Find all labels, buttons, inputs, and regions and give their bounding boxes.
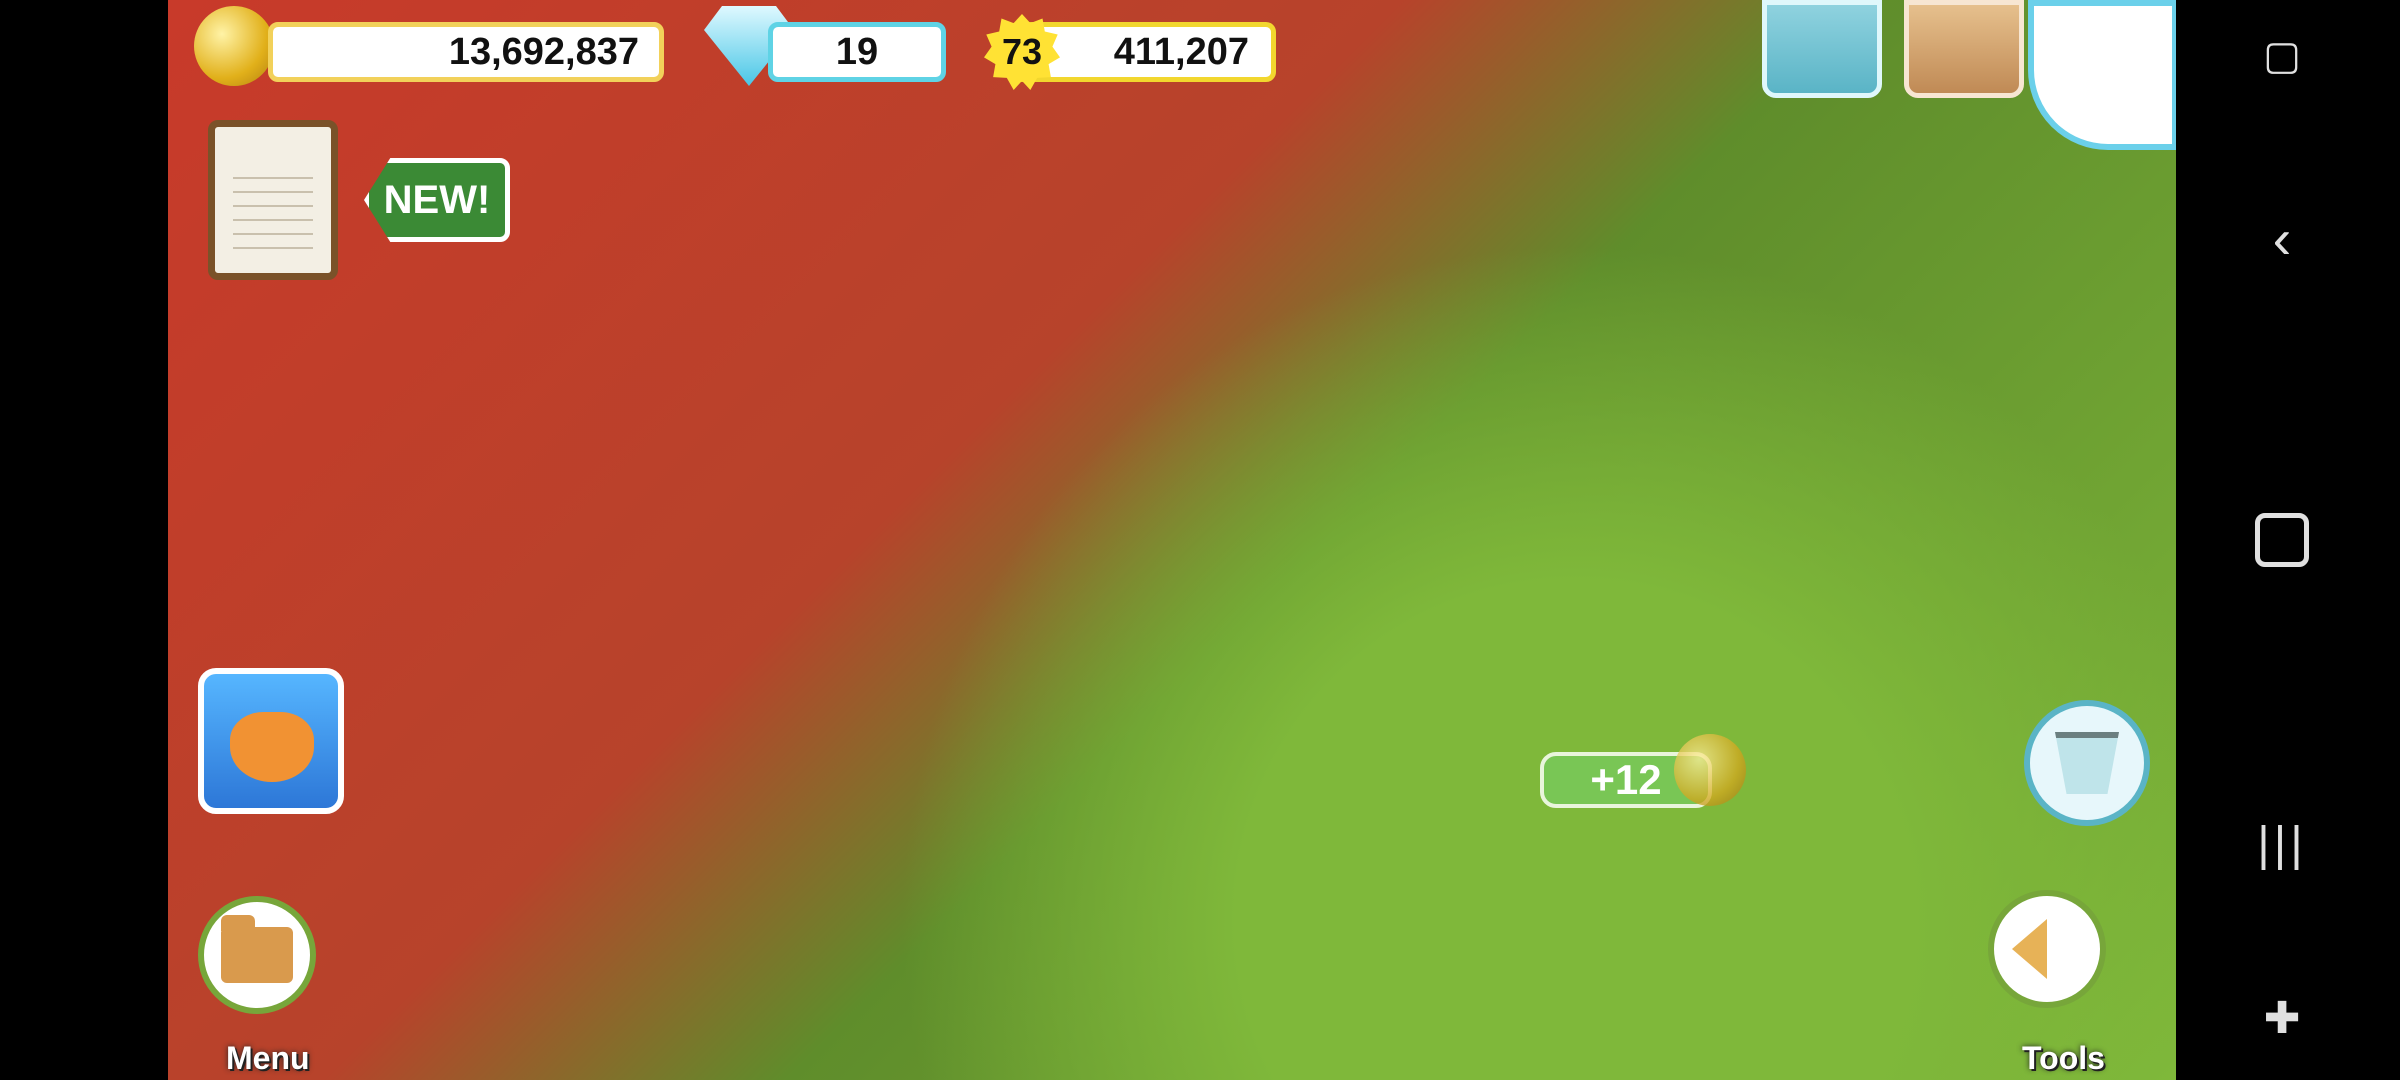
new-badge[interactable]: NEW! (364, 158, 510, 242)
minigame-fox-button[interactable] (198, 668, 344, 814)
screenshot-icon[interactable]: ▢ (2254, 28, 2310, 84)
system-nav-bar: ▢ ‹ ||| ✚ (2176, 0, 2400, 1080)
game-tools-icon[interactable]: ✚ (2254, 990, 2310, 1046)
recents-icon[interactable]: ||| (2254, 816, 2310, 872)
folder-icon (221, 915, 293, 983)
coins-counter: 13,692,837 (268, 22, 664, 82)
coin-icon (194, 6, 274, 86)
reward-coin-icon (1674, 734, 1746, 806)
bucket-button[interactable] (2024, 700, 2150, 826)
fox-icon (230, 712, 314, 782)
camera-button[interactable] (1762, 0, 1882, 98)
mailbox-button[interactable] (1904, 0, 2024, 98)
tools-label: Tools (2022, 1040, 2105, 1076)
menu-label: Menu (226, 1040, 310, 1076)
home-icon[interactable] (2254, 512, 2310, 568)
back-icon[interactable]: ‹ (2254, 207, 2310, 270)
clipboard-lines (233, 165, 313, 253)
menu-button[interactable] (198, 896, 316, 1014)
refresh-icon[interactable] (2028, 0, 2176, 150)
bucket-icon (2055, 732, 2119, 794)
gems-counter: 19 (768, 22, 946, 82)
tools-button[interactable] (1988, 890, 2106, 1008)
clipboard-button[interactable] (208, 120, 338, 280)
rewind-icon (2012, 919, 2047, 979)
farm-scene[interactable]: 13,692,837 19 411,207 73 NEW! Menu Tools… (168, 0, 2176, 1080)
